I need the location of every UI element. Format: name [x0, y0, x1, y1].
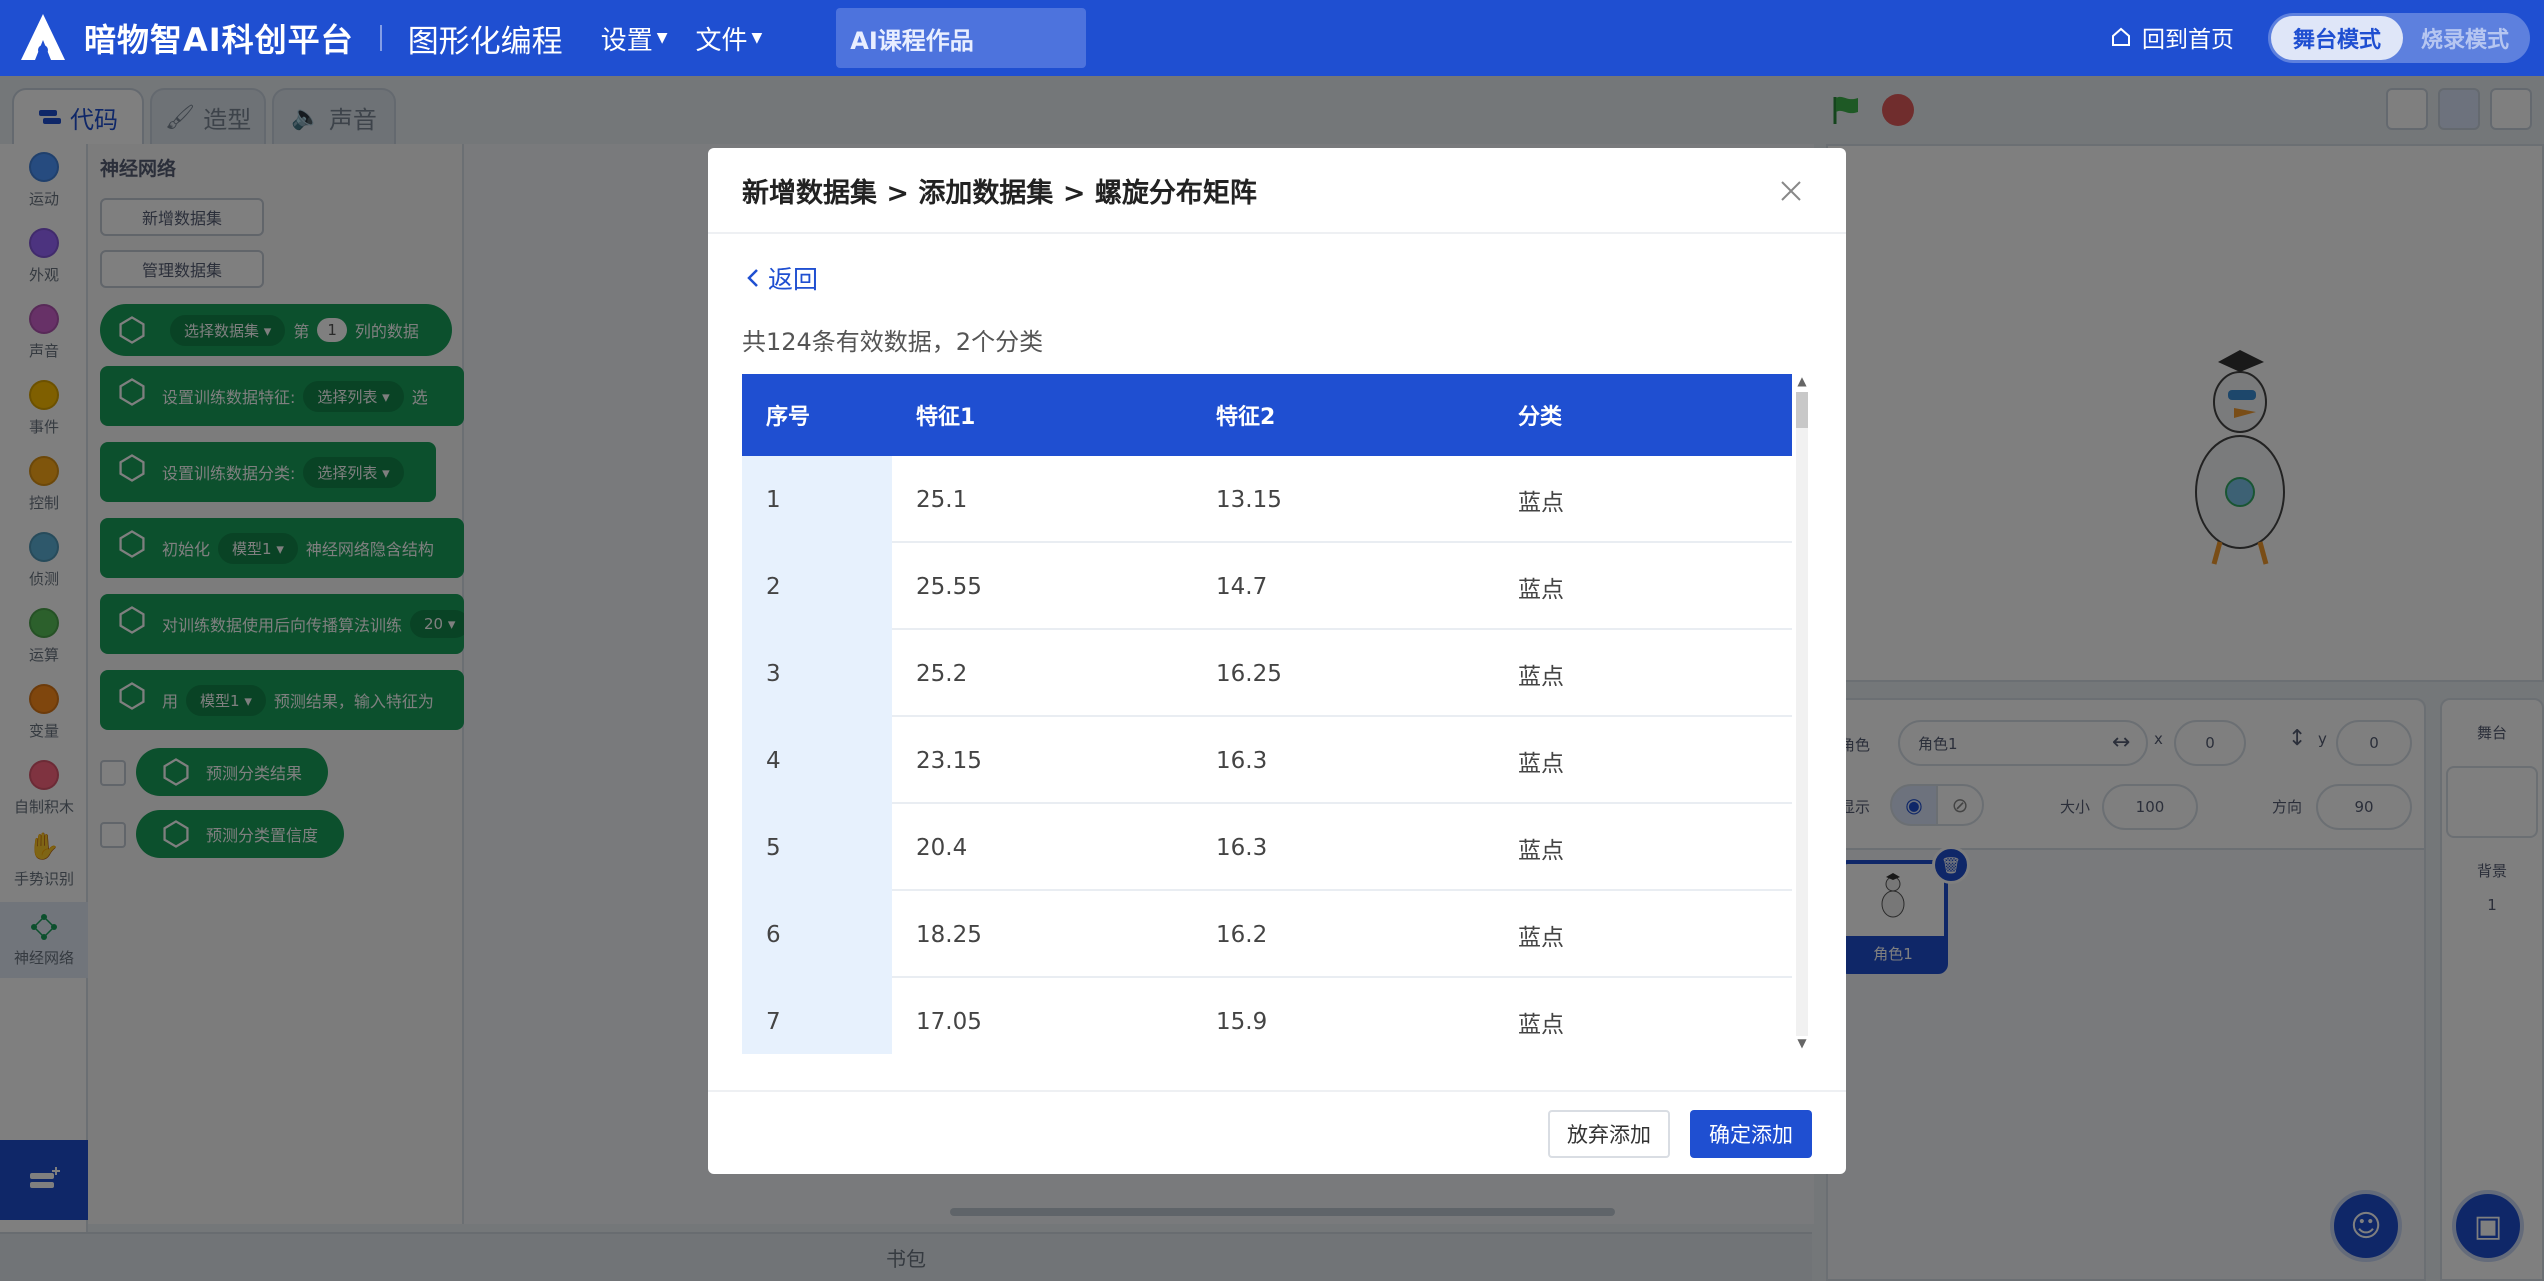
cell-feature2: 16.3: [1216, 834, 1268, 861]
index-cell-bg: [742, 543, 892, 630]
confirm-add-button[interactable]: 确定添加: [1690, 1110, 1812, 1158]
column-header-feature1: 特征1: [916, 405, 976, 430]
scrollbar-track: [1796, 392, 1808, 1036]
table-row: 6 18.25 16.2 蓝点: [742, 891, 1792, 978]
table-header: 序号 特征1 特征2 分类: [742, 374, 1792, 456]
cell-index: 7: [766, 1008, 781, 1035]
dataset-table: 序号 特征1 特征2 分类 1 25.1 13.15 蓝点 2 25.55 14…: [742, 374, 1792, 1054]
home-link[interactable]: 回到首页: [2110, 20, 2234, 54]
home-icon: [2112, 27, 2130, 46]
column-header-label: 分类: [1518, 405, 1563, 430]
chevron-left-icon: [747, 269, 758, 287]
cell-label: 蓝点: [1518, 924, 1564, 951]
table-row: 3 25.2 16.25 蓝点: [742, 630, 1792, 717]
brand-name: 暗物智AI科创平台: [84, 21, 354, 59]
dialog-footer: 放弃添加 确定添加: [708, 1090, 1846, 1174]
cell-index: 2: [766, 573, 781, 600]
add-dataset-dialog: 新增数据集 > 添加数据集 > 螺旋分布矩阵 返回 共124条有效数据，2个分类…: [708, 148, 1846, 1174]
cell-feature2: 15.9: [1216, 1008, 1268, 1035]
table-row: 2 25.55 14.7 蓝点: [742, 543, 1792, 630]
caret-down-icon: ▼: [751, 30, 763, 46]
cell-label: 蓝点: [1518, 1011, 1564, 1038]
table-row: 4 23.15 16.3 蓝点: [742, 717, 1792, 804]
cell-feature2: 16.2: [1216, 921, 1268, 948]
discard-button[interactable]: 放弃添加: [1548, 1110, 1670, 1158]
cell-label: 蓝点: [1518, 837, 1564, 864]
dialog-header: 新增数据集 > 添加数据集 > 螺旋分布矩阵: [708, 148, 1846, 234]
back-link[interactable]: 返回: [746, 260, 818, 296]
index-cell-bg: [742, 630, 892, 717]
index-cell-bg: [742, 717, 892, 804]
scroll-down-arrow-icon[interactable]: ▼: [1794, 1036, 1810, 1050]
cell-index: 6: [766, 921, 781, 948]
cell-feature1: 23.15: [916, 747, 982, 774]
cell-feature1: 25.1: [916, 486, 968, 513]
cell-index: 1: [766, 486, 781, 513]
menu-file[interactable]: 文件 ▼: [695, 20, 762, 57]
dialog-title: 新增数据集 > 添加数据集 > 螺旋分布矩阵: [742, 177, 1257, 209]
menu-divider: [379, 25, 382, 51]
table-row: 7 17.05 15.9 蓝点: [742, 978, 1792, 1054]
column-header-index: 序号: [766, 405, 811, 430]
caret-down-icon: ▼: [656, 30, 668, 46]
column-header-feature2: 特征2: [1216, 405, 1276, 430]
cell-feature2: 16.25: [1216, 660, 1282, 687]
cell-feature2: 16.3: [1216, 747, 1268, 774]
brand-logo-icon[interactable]: [12, 9, 74, 67]
cell-feature1: 25.55: [916, 573, 982, 600]
close-icon: [1781, 181, 1801, 201]
scroll-up-arrow-icon[interactable]: ▲: [1794, 374, 1810, 388]
table-vertical-scrollbar[interactable]: ▲ ▼: [1794, 374, 1810, 1054]
index-cell-bg: [742, 978, 892, 1054]
back-link-label: 返回: [768, 265, 819, 294]
cell-label: 蓝点: [1518, 489, 1564, 516]
cell-feature1: 18.25: [916, 921, 982, 948]
cell-index: 4: [766, 747, 781, 774]
burn-mode-option[interactable]: 烧录模式: [2403, 22, 2527, 54]
cell-feature1: 25.2: [916, 660, 968, 687]
cell-index: 5: [766, 834, 781, 861]
cell-feature2: 13.15: [1216, 486, 1282, 513]
index-cell-bg: [742, 804, 892, 891]
cell-label: 蓝点: [1518, 663, 1564, 690]
menu-file-label: 文件: [695, 25, 748, 56]
cell-label: 蓝点: [1518, 750, 1564, 777]
cell-feature2: 14.7: [1216, 573, 1268, 600]
dataset-summary: 共124条有效数据，2个分类: [742, 328, 1044, 356]
menu-settings[interactable]: 设置 ▼: [601, 20, 668, 57]
table-row: 1 25.1 13.15 蓝点: [742, 456, 1792, 543]
home-link-label: 回到首页: [2142, 27, 2234, 53]
menu-bar: 暗物智AI科创平台 图形化编程 设置 ▼ 文件 ▼ AI课程作品 回到首页 舞台模式…: [0, 0, 2544, 76]
stage-mode-option[interactable]: 舞台模式: [2271, 16, 2403, 60]
index-cell-bg: [742, 891, 892, 978]
index-cell-bg: [742, 456, 892, 543]
cell-index: 3: [766, 660, 781, 687]
cell-label: 蓝点: [1518, 576, 1564, 603]
menu-settings-label: 设置: [600, 25, 653, 56]
mode-title: 图形化编程: [407, 23, 563, 60]
close-button[interactable]: [1774, 174, 1808, 208]
scrollbar-thumb[interactable]: [1796, 392, 1808, 428]
cell-feature1: 20.4: [916, 834, 968, 861]
table-row: 5 20.4 16.3 蓝点: [742, 804, 1792, 891]
mode-switch[interactable]: 舞台模式 烧录模式: [2268, 13, 2530, 63]
project-name-input[interactable]: AI课程作品: [836, 8, 1087, 68]
cell-feature1: 17.05: [916, 1008, 982, 1035]
